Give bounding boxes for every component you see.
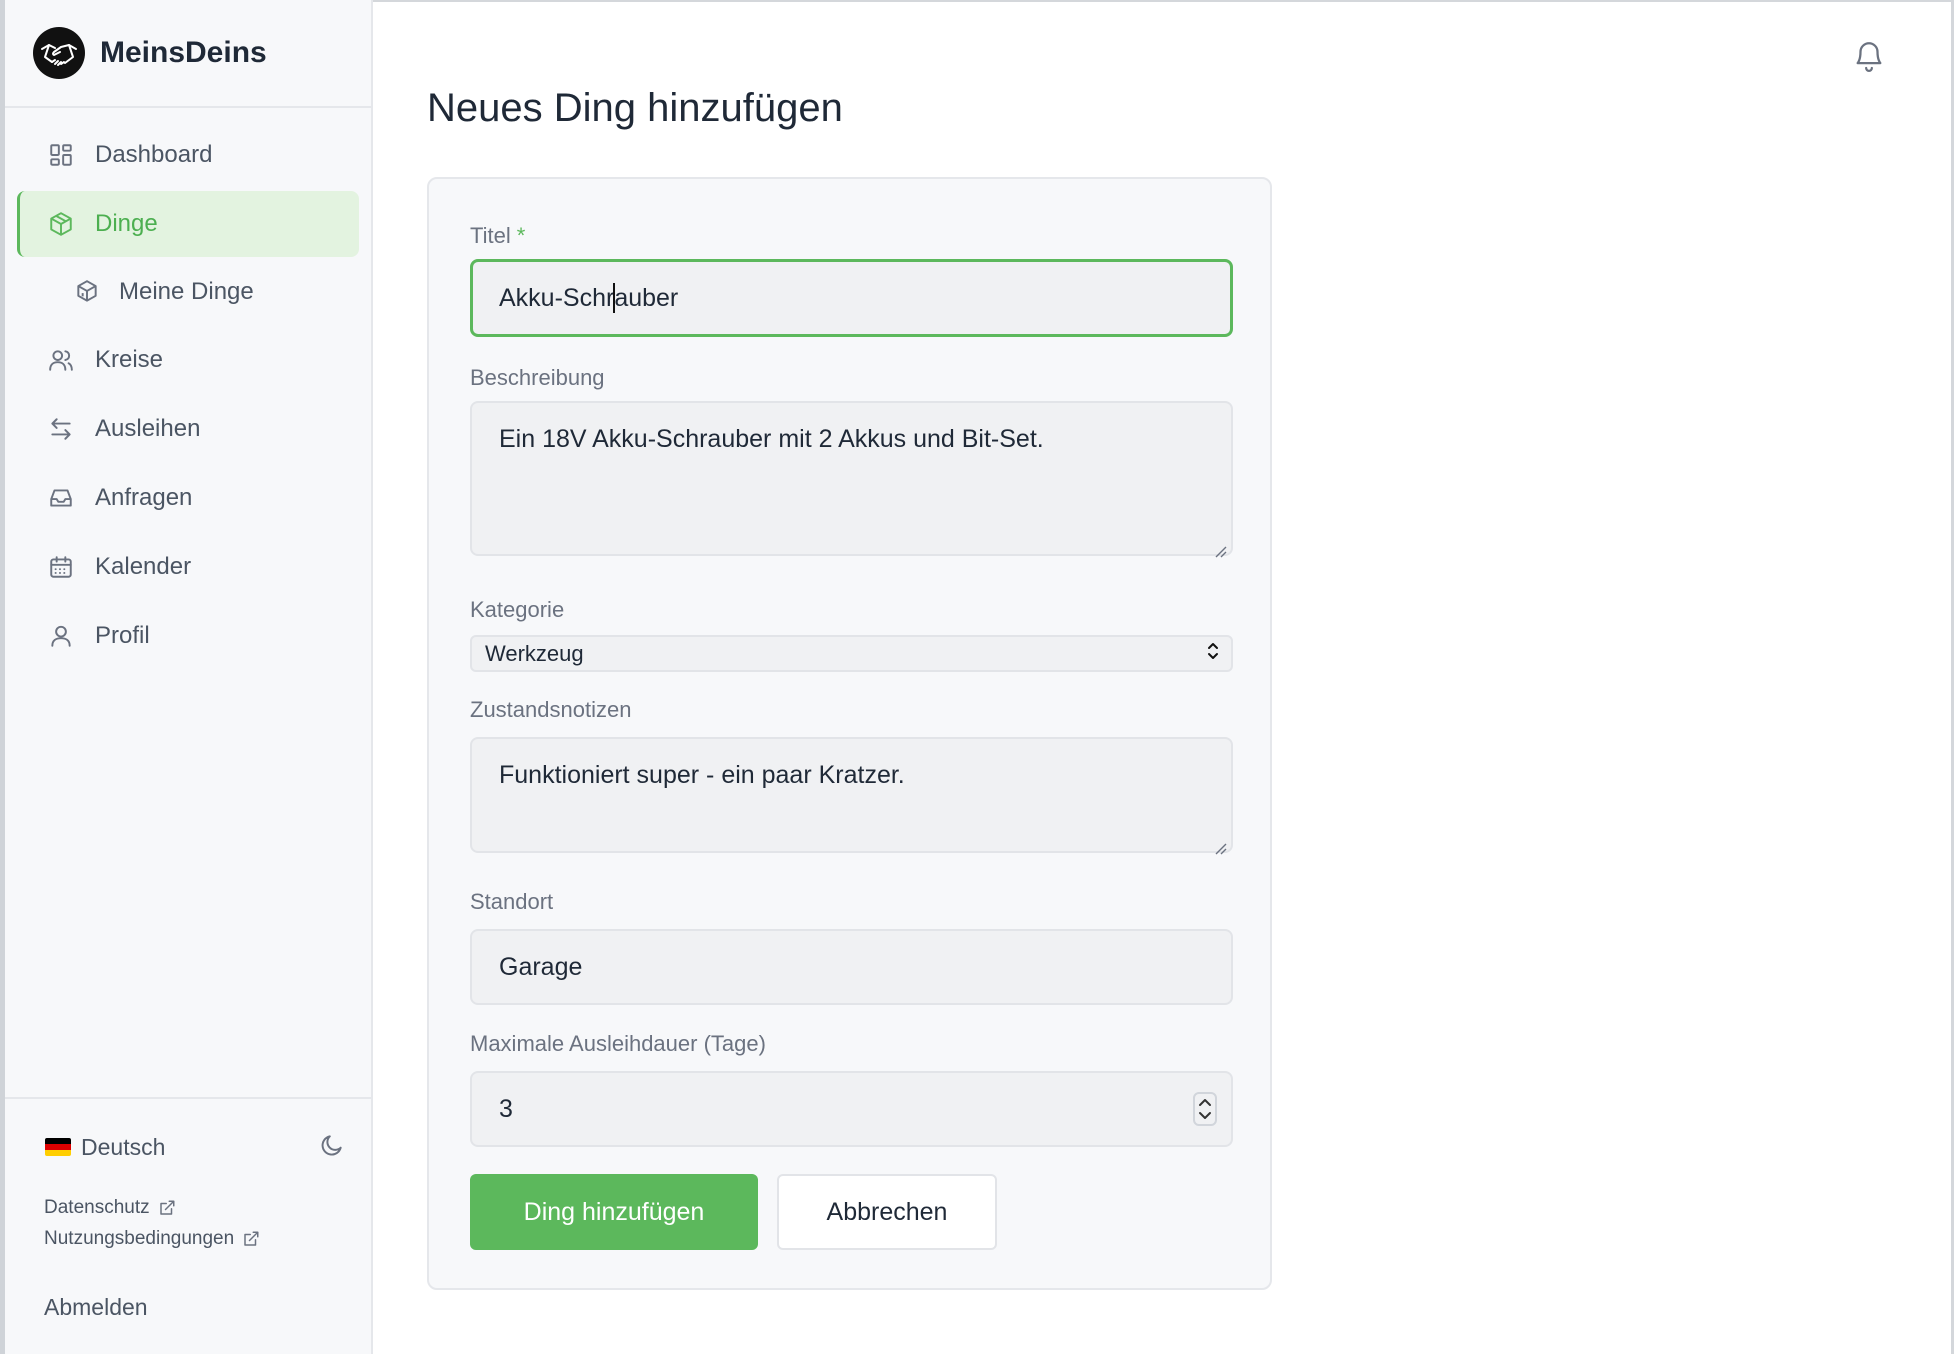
sidebar-item-label: Meine Dinge (119, 278, 254, 305)
notification-bell-icon[interactable] (1852, 38, 1886, 74)
category-selected-value: Werkzeug (485, 640, 584, 666)
sidebar-item-label: Dashboard (95, 141, 213, 168)
required-mark: * (516, 223, 526, 248)
title-input[interactable]: Akku-Schr auber (470, 259, 1233, 337)
external-link-icon (242, 1230, 260, 1248)
privacy-link-label: Datenschutz (44, 1197, 150, 1218)
dashboard-icon (47, 141, 75, 169)
sidebar-item-label: Kalender (95, 553, 192, 580)
condition-textarea[interactable]: Funktioniert super - ein paar Kratzer. (470, 737, 1233, 855)
users-icon (47, 346, 75, 374)
add-item-form: Titel * Akku-Schr auber Beschreibung Ein 1… (427, 177, 1272, 1290)
sidebar-nav: Dashboard Dinge Meine Dinge Kreise Ausle… (5, 122, 371, 672)
brand[interactable]: MeinsDeins (5, 0, 371, 108)
max-days-label: Maximale Ausleihdauer (Tage) (470, 1031, 766, 1056)
box-icon (47, 210, 75, 238)
german-flag-icon (45, 1138, 71, 1156)
dark-mode-moon-icon[interactable] (319, 1132, 345, 1163)
condition-label: Zustandsnotizen (470, 697, 632, 722)
terms-link-label: Nutzungsbedingungen (44, 1228, 235, 1249)
page-title: Neues Ding hinzufügen (427, 86, 843, 130)
location-input-text: Garage (499, 952, 583, 981)
title-label: Titel * (470, 223, 525, 249)
condition-text: Funktioniert super - ein paar Kratzer. (499, 761, 905, 789)
category-label: Kategorie (470, 597, 565, 622)
language-selector[interactable]: Deutsch (45, 1134, 165, 1161)
number-stepper-icon[interactable] (1193, 1092, 1217, 1126)
calendar-icon (47, 553, 75, 581)
user-icon (47, 622, 75, 650)
resize-handle-icon[interactable] (1213, 833, 1227, 855)
cancel-button[interactable]: Abbrechen (777, 1174, 997, 1250)
sidebar-footer: Deutsch Datenschutz Nutzungsbedingungen (5, 1097, 371, 1354)
location-input[interactable]: Garage (470, 929, 1233, 1005)
sidebar-item-meine-dinge[interactable]: Meine Dinge (17, 260, 359, 324)
sidebar-item-label: Dinge (95, 210, 158, 237)
category-select[interactable]: Werkzeug (470, 635, 1233, 672)
boxes-icon (73, 278, 101, 306)
description-textarea[interactable]: Ein 18V Akku-Schrauber mit 2 Akkus und B… (470, 401, 1233, 558)
privacy-link[interactable]: Datenschutz (44, 1197, 176, 1219)
app-name: MeinsDeins (100, 36, 267, 69)
sidebar-item-anfragen[interactable]: Anfragen (17, 465, 359, 531)
location-label: Standort (470, 889, 554, 914)
title-input-text-after-caret: auber (614, 283, 679, 312)
logout-link[interactable]: Abmelden (44, 1294, 148, 1321)
sidebar-item-ausleihen[interactable]: Ausleihen (17, 396, 359, 462)
description-text: Ein 18V Akku-Schrauber mit 2 Akkus und B… (499, 425, 1044, 453)
sidebar: MeinsDeins Dashboard Dinge Meine Dinge K… (5, 0, 373, 1354)
external-link-icon (158, 1199, 176, 1217)
language-row: Deutsch (45, 1129, 345, 1165)
language-label: Deutsch (81, 1133, 166, 1160)
max-days-input-text: 3 (499, 1094, 513, 1123)
sidebar-item-dashboard[interactable]: Dashboard (17, 122, 359, 188)
swap-arrows-icon (47, 415, 75, 443)
description-label: Beschreibung (470, 365, 605, 390)
sidebar-item-dinge[interactable]: Dinge (17, 191, 359, 257)
sidebar-item-label: Anfragen (95, 484, 193, 511)
sidebar-item-kalender[interactable]: Kalender (17, 534, 359, 600)
terms-link[interactable]: Nutzungsbedingungen (44, 1228, 260, 1250)
handshake-logo-icon (33, 27, 85, 79)
submit-button[interactable]: Ding hinzufügen (470, 1174, 758, 1250)
sidebar-item-profil[interactable]: Profil (17, 603, 359, 669)
sidebar-item-label: Profil (95, 622, 150, 649)
title-label-text: Titel (470, 223, 511, 248)
chevron-updown-icon (1205, 641, 1221, 667)
max-days-input[interactable]: 3 (470, 1071, 1233, 1147)
sidebar-item-label: Ausleihen (95, 415, 201, 442)
sidebar-item-label: Kreise (95, 346, 164, 373)
inbox-icon (47, 484, 75, 512)
sidebar-item-kreise[interactable]: Kreise (17, 327, 359, 393)
title-input-text-before-caret: Akku-Schr (499, 283, 615, 312)
resize-handle-icon[interactable] (1213, 536, 1227, 558)
